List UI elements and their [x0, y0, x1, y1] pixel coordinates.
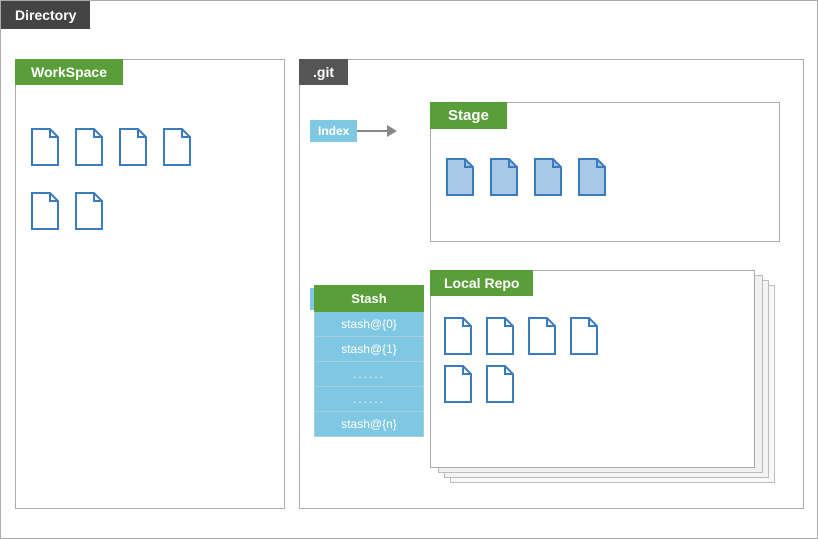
- git-label: .git: [299, 59, 348, 85]
- file-icon: [443, 157, 477, 197]
- arrow-line: [357, 130, 387, 132]
- index-arrow: Index: [310, 120, 397, 142]
- file-icon: [483, 364, 517, 404]
- file-icon: [487, 157, 521, 197]
- local-repo-label: Local Repo: [430, 270, 533, 296]
- stash-row-dots2: ......: [314, 387, 424, 412]
- workspace-files-row1: [16, 115, 284, 179]
- stash-row-dots1: ......: [314, 362, 424, 387]
- file-icon: [160, 127, 194, 167]
- stage-files: [431, 145, 779, 209]
- title-bar: Directory: [1, 1, 90, 29]
- local-repo-files-row1: [431, 306, 754, 356]
- local-repo-stack-container: Local Repo: [430, 270, 790, 490]
- arrow-head: [387, 125, 397, 137]
- index-tag: Index: [310, 120, 357, 142]
- title-text: Directory: [15, 7, 76, 23]
- workspace-files-row2: [16, 179, 284, 243]
- file-icon: [525, 316, 559, 356]
- file-icon: [28, 191, 62, 231]
- main-container: Directory WorkSpace: [0, 0, 818, 539]
- stash-header: Stash: [314, 285, 424, 312]
- git-panel: .git Index Stage: [299, 59, 804, 509]
- stash-panel: Stash stash@{0} stash@{1} ...... ...... …: [314, 285, 424, 437]
- local-repo-files-row2: [431, 356, 754, 404]
- file-icon: [28, 127, 62, 167]
- file-icon: [531, 157, 565, 197]
- file-icon: [441, 316, 475, 356]
- local-repo-main: Local Repo: [430, 270, 755, 468]
- stash-row-0: stash@{0}: [314, 312, 424, 337]
- workspace-label: WorkSpace: [15, 59, 123, 85]
- workspace-panel: WorkSpace: [15, 59, 285, 509]
- stash-row-1: stash@{1}: [314, 337, 424, 362]
- stage-panel: Stage: [430, 102, 780, 242]
- file-icon: [575, 157, 609, 197]
- stash-row-n: stash@{n}: [314, 412, 424, 437]
- file-icon: [483, 316, 517, 356]
- file-icon: [72, 127, 106, 167]
- file-icon: [441, 364, 475, 404]
- file-icon: [72, 191, 106, 231]
- file-icon: [567, 316, 601, 356]
- file-icon: [116, 127, 150, 167]
- stage-label: Stage: [430, 102, 507, 129]
